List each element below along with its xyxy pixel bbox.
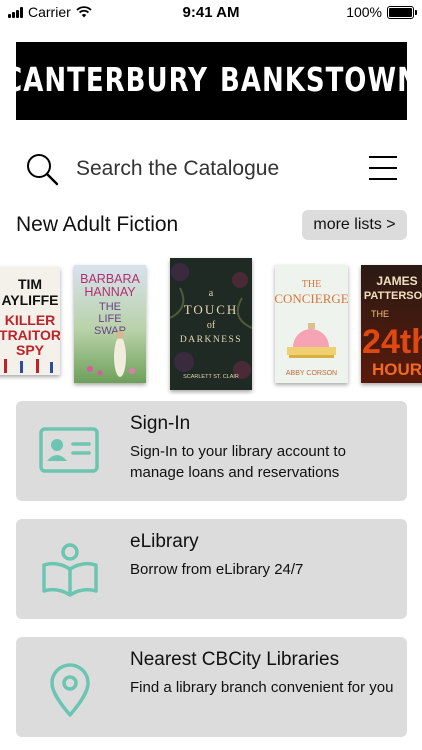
book-text: ABBY CORSON bbox=[286, 370, 337, 377]
nearest-libraries-card[interactable]: Nearest CBCity Libraries Find a library … bbox=[16, 637, 407, 737]
battery-icon bbox=[387, 5, 417, 19]
search-icon[interactable] bbox=[24, 151, 60, 187]
status-right: 100% bbox=[346, 4, 417, 20]
book-cover-a-touch-of-darkness[interactable]: a TOUCH of DARKNESS SCARLETT ST. CLAIR bbox=[170, 258, 252, 390]
book-text: THE bbox=[99, 301, 121, 313]
reader-book-icon bbox=[42, 543, 98, 597]
logo-left-word: CANTERBURY bbox=[3, 62, 208, 100]
book-text: a bbox=[209, 288, 214, 299]
book-text: HOUR bbox=[372, 360, 422, 379]
logo-right-word: BANKSTOWN bbox=[220, 62, 420, 100]
book-text: 24th bbox=[362, 323, 422, 361]
book-text: KILLER bbox=[5, 312, 56, 328]
book-text: TIM bbox=[18, 276, 42, 292]
book-text: AYLIFFE bbox=[1, 292, 58, 308]
book-cover-the-life-swap[interactable]: BARBARA HANNAY THE LIFE SWAP bbox=[74, 265, 146, 383]
book-text: THE bbox=[371, 309, 389, 319]
card-description: Sign-In to your library account to manag… bbox=[130, 443, 346, 481]
section-title: New Adult Fiction bbox=[16, 213, 179, 236]
book-text: SCARLETT ST. CLAIR bbox=[183, 374, 239, 380]
book-text: BARBARA bbox=[80, 272, 140, 286]
book-text: PATTERSON bbox=[364, 290, 422, 302]
book-cover-the-concierge[interactable]: THE CONCIERGE ABBY CORSON bbox=[275, 265, 348, 383]
search-input[interactable] bbox=[76, 157, 346, 181]
card-title: Sign-In bbox=[130, 413, 191, 434]
book-text: LIFE bbox=[98, 313, 121, 325]
book-text: DARKNESS bbox=[180, 335, 242, 345]
search-bar bbox=[16, 148, 407, 190]
book-text: THE bbox=[302, 279, 321, 290]
more-lists-button[interactable]: more lists > bbox=[302, 210, 407, 240]
id-card-icon bbox=[39, 427, 99, 473]
card-description: Find a library branch convenient for you bbox=[130, 679, 394, 696]
book-cover-killer-traitor-spy[interactable]: TIM AYLIFFE KILLER TRAITOR SPY bbox=[0, 267, 60, 375]
status-bar: Carrier 9:41 AM 100% bbox=[0, 0, 422, 24]
sign-in-card[interactable]: Sign-In Sign-In to your library account … bbox=[16, 401, 407, 501]
card-title: Nearest CBCity Libraries bbox=[130, 649, 340, 670]
book-text: HANNAY bbox=[84, 285, 136, 299]
book-text: JAMES bbox=[376, 274, 417, 288]
map-pin-icon bbox=[50, 663, 90, 717]
book-cover-the-24th-hour[interactable]: JAMES PATTERSON THE 24th HOUR bbox=[361, 265, 422, 383]
elibrary-card[interactable]: eLibrary Borrow from eLibrary 24/7 bbox=[16, 519, 407, 619]
battery-percent: 100% bbox=[346, 4, 382, 20]
card-description: Borrow from eLibrary 24/7 bbox=[130, 561, 304, 578]
card-title: eLibrary bbox=[130, 531, 199, 552]
book-text: of bbox=[207, 320, 216, 331]
book-text: SPY bbox=[16, 342, 45, 358]
book-text: CONCIERGE bbox=[275, 291, 348, 306]
book-carousel[interactable]: TIM AYLIFFE KILLER TRAITOR SPY BARBARA H… bbox=[0, 255, 422, 395]
book-text: TRAITOR bbox=[0, 327, 60, 343]
logo-banner: CANTERBURY BANKSTOWN bbox=[3, 42, 419, 120]
book-text: TOUCH bbox=[184, 302, 239, 317]
hamburger-menu-icon[interactable] bbox=[369, 156, 397, 180]
